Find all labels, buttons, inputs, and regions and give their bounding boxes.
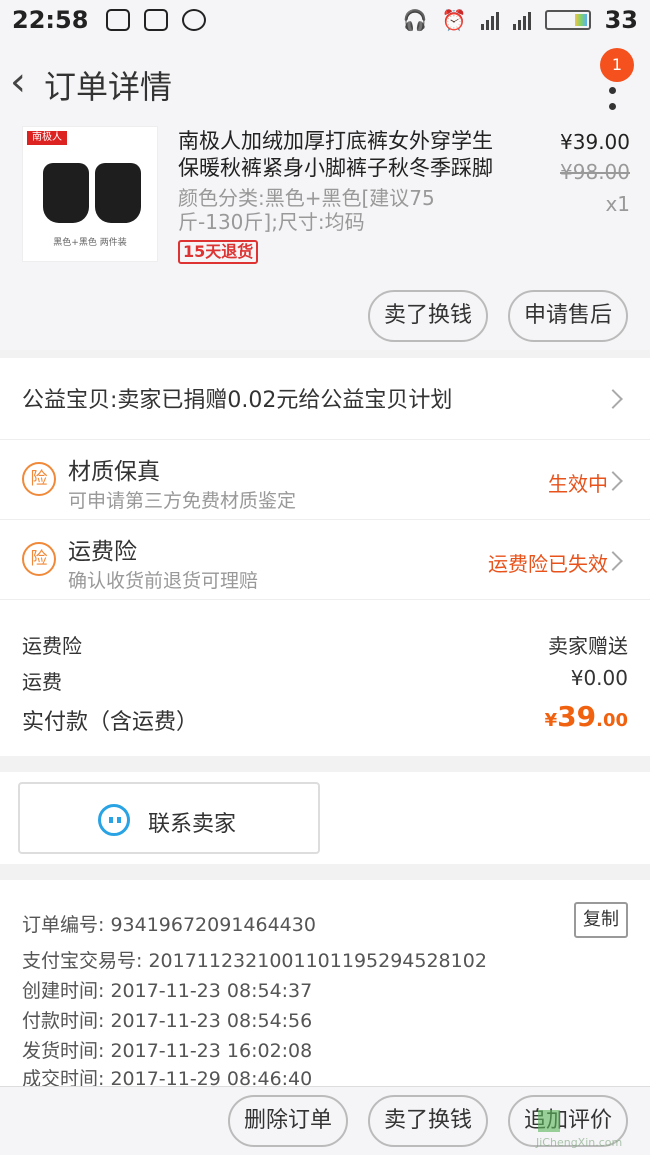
cost-summary: 运费险 卖家赠送 运费 ¥0.00 实付款（含运费） ¥39.00	[0, 600, 650, 756]
status-bar: 22:58 🎧 ⏰ 33	[0, 0, 650, 40]
message-icon	[144, 9, 169, 31]
chat-bubble-icon	[98, 804, 130, 836]
product-image-caption: 黑色+黑色 两件装	[53, 238, 127, 248]
status-time: 22:58	[12, 6, 89, 34]
original-price: ¥98.00	[560, 160, 630, 184]
product-quantity: x1	[605, 192, 630, 216]
headset-icon: 🎧	[402, 8, 428, 32]
back-icon[interactable]: ‹	[10, 62, 40, 102]
chevron-right-icon	[603, 389, 623, 409]
product-spec: 颜色分类:黑色+黑色[建议75斤-130斤];尺寸:均码	[178, 186, 435, 234]
charity-row[interactable]: 公益宝贝:卖家已捐赠0.02元给公益宝贝计划	[0, 358, 650, 440]
title-bar: ‹ 订单详情 1	[0, 40, 650, 126]
battery-level: 33	[604, 6, 638, 34]
insurance-icon: 险	[22, 542, 56, 576]
product-leg-shape	[95, 163, 141, 223]
paid-amount: ¥39.00	[545, 700, 628, 733]
alarm-icon: ⏰	[441, 8, 467, 32]
insurance-icon: 险	[22, 462, 56, 496]
alipay-trade-number: 支付宝交易号: 2017112321001101195294528102	[22, 950, 487, 972]
paid-decimal: .00	[596, 710, 628, 731]
return-policy-badge: 15天退货	[178, 240, 259, 264]
copy-button[interactable]: 复制	[574, 902, 628, 938]
watermark-text: JiChengXin.com	[536, 1136, 623, 1149]
paid-integer: 39	[557, 700, 597, 733]
shipping-insurance-value: 卖家赠送	[548, 634, 628, 658]
battery-icon	[544, 10, 591, 30]
shipped-time: 发货时间: 2017-11-23 16:02:08	[22, 1040, 313, 1062]
product-leg-shape	[43, 163, 89, 223]
notification-badge: 1	[600, 48, 634, 82]
chat-icon	[182, 9, 207, 31]
contact-section: 联系卖家	[0, 772, 650, 864]
sell-button-bottom[interactable]: 卖了换钱	[368, 1095, 488, 1147]
brand-logo: 南极人	[27, 131, 67, 145]
shipping-insurance-label: 运费险	[22, 634, 82, 658]
product-price: ¥39.00	[560, 130, 630, 154]
paid-label: 实付款（含运费）	[22, 710, 199, 735]
paid-time: 付款时间: 2017-11-23 08:54:56	[22, 1010, 313, 1032]
charity-text: 公益宝贝:卖家已捐赠0.02元给公益宝贝计划	[22, 388, 453, 413]
insurance-status: 生效中	[548, 472, 608, 496]
insurance-status: 运费险已失效	[488, 552, 608, 576]
page-title: 订单详情	[44, 68, 173, 106]
order-number: 订单编号: 93419672091464430	[22, 914, 316, 936]
created-time: 创建时间: 2017-11-23 08:54:37	[22, 980, 313, 1002]
watermark-logo: JiChengXin.com	[534, 1110, 646, 1150]
insurance-desc: 确认收货前退货可理赔	[68, 570, 259, 592]
insurance-title: 材质保真	[68, 459, 160, 485]
insurance-desc: 可申请第三方免费材质鉴定	[68, 490, 297, 512]
paid-currency: ¥	[544, 710, 558, 731]
shipping-value: ¥0.00	[570, 666, 628, 690]
after-sale-button[interactable]: 申请售后	[508, 290, 628, 342]
notification-icon	[106, 9, 131, 31]
order-info: 订单编号: 93419672091464430 复制 支付宝交易号: 20171…	[0, 880, 650, 1090]
insurance-title: 运费险	[68, 539, 137, 565]
watermark-box-icon	[538, 1110, 560, 1132]
contact-seller-button[interactable]: 联系卖家	[18, 782, 320, 854]
product-image[interactable]: 南极人 黑色+黑色 两件装	[22, 126, 158, 262]
contact-seller-label: 联系卖家	[148, 812, 237, 837]
product-name[interactable]: 南极人加绒加厚打底裤女外穿学生保暖秋裤紧身小脚裤子秋冬季踩脚	[178, 128, 508, 182]
delete-order-button[interactable]: 删除订单	[228, 1095, 348, 1147]
insurance-row-material[interactable]: 险 材质保真 可申请第三方免费材质鉴定 生效中	[0, 440, 650, 520]
shipping-label: 运费	[22, 670, 62, 694]
product-card[interactable]: 南极人 黑色+黑色 两件装 南极人加绒加厚打底裤女外穿学生保暖秋裤紧身小脚裤子秋…	[0, 126, 650, 350]
signal-icon-2	[512, 10, 531, 30]
insurance-row-shipping[interactable]: 险 运费险 确认收货前退货可理赔 运费险已失效	[0, 520, 650, 600]
signal-icon	[480, 10, 499, 30]
sell-button[interactable]: 卖了换钱	[368, 290, 488, 342]
